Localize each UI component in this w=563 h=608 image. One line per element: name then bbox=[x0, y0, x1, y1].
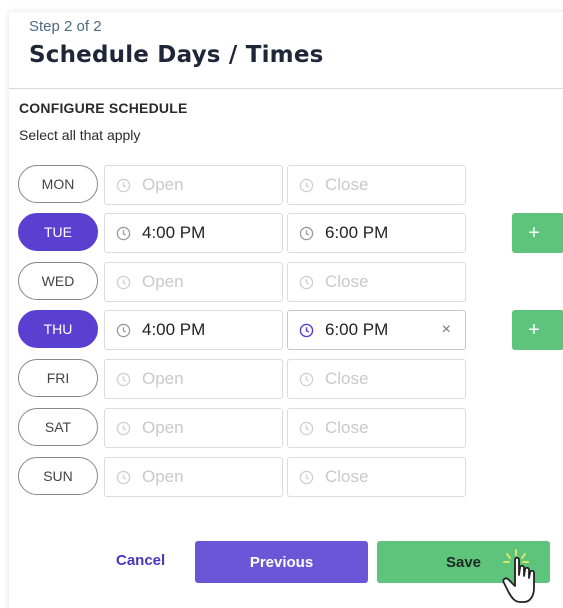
close-time-placeholder: Close bbox=[325, 175, 369, 194]
clock-icon bbox=[116, 178, 131, 192]
day-toggle-wed[interactable]: WED bbox=[18, 262, 98, 300]
step-indicator: Step 2 of 2 bbox=[29, 18, 102, 35]
open-time-field-thu[interactable]: 4:00 PM bbox=[104, 310, 283, 350]
clock-icon bbox=[299, 275, 314, 289]
close-time-field-tue[interactable]: 6:00 PM bbox=[287, 213, 466, 253]
clock-icon bbox=[116, 372, 131, 386]
section-title: CONFIGURE SCHEDULE bbox=[19, 100, 188, 116]
close-time-field-thu[interactable]: 6:00 PM × bbox=[287, 310, 466, 350]
clock-icon bbox=[116, 421, 131, 435]
open-time-field-tue[interactable]: 4:00 PM bbox=[104, 213, 283, 253]
schedule-row-fri: FRI Open Close bbox=[18, 359, 563, 399]
open-time-value: 4:00 PM bbox=[142, 320, 206, 339]
schedule-row-mon: MON Open Close bbox=[18, 165, 563, 205]
page-title: Schedule Days / Times bbox=[29, 42, 324, 68]
hand-pointer-icon bbox=[502, 549, 535, 603]
open-time-placeholder: Open bbox=[142, 418, 184, 437]
open-time-placeholder: Open bbox=[142, 272, 184, 291]
close-time-field-sat[interactable]: Close bbox=[287, 408, 466, 448]
schedule-row-sun: SUN Open Close bbox=[18, 457, 563, 497]
close-time-field-fri[interactable]: Close bbox=[287, 359, 466, 399]
clock-icon bbox=[116, 226, 131, 240]
open-time-placeholder: Open bbox=[142, 369, 184, 388]
open-time-field-sun[interactable]: Open bbox=[104, 457, 283, 497]
clock-icon bbox=[116, 323, 131, 337]
schedule-row-tue: TUE 4:00 PM 6:00 PM + bbox=[18, 213, 563, 253]
close-time-field-sun[interactable]: Close bbox=[287, 457, 466, 497]
close-time-placeholder: Close bbox=[325, 272, 369, 291]
add-time-button-thu[interactable]: + bbox=[512, 310, 563, 350]
close-time-value: 6:00 PM bbox=[325, 223, 389, 242]
day-toggle-mon[interactable]: MON bbox=[18, 165, 98, 203]
day-toggle-tue[interactable]: TUE bbox=[18, 213, 98, 251]
header: Step 2 of 2 Schedule Days / Times bbox=[29, 18, 324, 68]
open-time-field-sat[interactable]: Open bbox=[104, 408, 283, 448]
section-subtitle: Select all that apply bbox=[19, 127, 141, 143]
day-toggle-sun[interactable]: SUN bbox=[18, 457, 98, 495]
open-time-field-wed[interactable]: Open bbox=[104, 262, 283, 302]
clear-icon[interactable]: × bbox=[442, 321, 451, 339]
clock-icon bbox=[299, 178, 314, 192]
schedule-row-sat: SAT Open Close bbox=[18, 408, 563, 448]
clock-icon bbox=[116, 470, 131, 484]
clock-icon bbox=[299, 372, 314, 386]
schedule-row-wed: WED Open Close bbox=[18, 262, 563, 302]
schedule-row-thu: THU 4:00 PM 6:00 PM × + bbox=[18, 310, 563, 350]
divider bbox=[9, 88, 563, 89]
open-time-placeholder: Open bbox=[142, 467, 184, 486]
clock-icon bbox=[299, 421, 314, 435]
day-toggle-sat[interactable]: SAT bbox=[18, 408, 98, 446]
close-time-placeholder: Close bbox=[325, 369, 369, 388]
clock-icon bbox=[299, 323, 314, 337]
add-time-button-tue[interactable]: + bbox=[512, 213, 563, 253]
open-time-value: 4:00 PM bbox=[142, 223, 206, 242]
close-time-placeholder: Close bbox=[325, 467, 369, 486]
open-time-field-fri[interactable]: Open bbox=[104, 359, 283, 399]
close-time-value: 6:00 PM bbox=[325, 320, 389, 339]
previous-button[interactable]: Previous bbox=[195, 541, 368, 583]
open-time-field-mon[interactable]: Open bbox=[104, 165, 283, 205]
clock-icon bbox=[299, 470, 314, 484]
day-toggle-thu[interactable]: THU bbox=[18, 310, 98, 348]
close-time-field-wed[interactable]: Close bbox=[287, 262, 466, 302]
clock-icon bbox=[116, 275, 131, 289]
day-toggle-fri[interactable]: FRI bbox=[18, 359, 98, 397]
cancel-button[interactable]: Cancel bbox=[116, 552, 165, 569]
open-time-placeholder: Open bbox=[142, 175, 184, 194]
close-time-field-mon[interactable]: Close bbox=[287, 165, 466, 205]
close-time-placeholder: Close bbox=[325, 418, 369, 437]
clock-icon bbox=[299, 226, 314, 240]
